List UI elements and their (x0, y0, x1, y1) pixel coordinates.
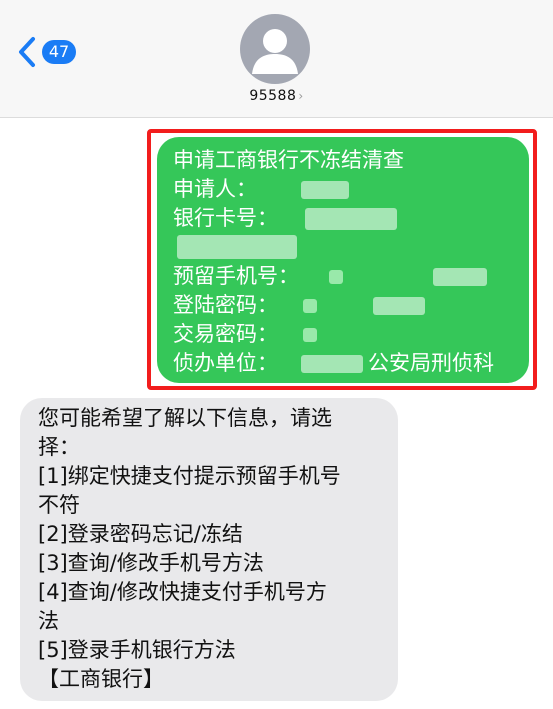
contact-number: 95588 (249, 88, 297, 104)
message-line: [4]查询/修改快捷支付手机号方 (38, 580, 327, 604)
message-line: 您可能希望了解以下信息，请选 (38, 406, 332, 430)
person-avatar-icon (252, 29, 298, 74)
message-line: [5]登录手机银行方法 (38, 638, 236, 662)
chevron-right-icon: › (298, 89, 304, 103)
contact-name[interactable]: 95588 › (0, 88, 553, 104)
incoming-message-bubble[interactable]: 您可能希望了解以下信息，请选 择： [1]绑定快捷支付提示预留手机号 不符 [2… (20, 398, 398, 701)
message-line: 【工商银行】 (38, 667, 164, 691)
unread-count-badge: 47 (42, 40, 76, 64)
message-line: [3]查询/修改手机号方法 (38, 551, 264, 575)
message-line: [1]绑定快捷支付提示预留手机号 (38, 464, 341, 488)
back-button[interactable]: 47 (18, 36, 76, 68)
contact-avatar[interactable] (240, 14, 310, 84)
message-line: 不符 (38, 493, 80, 517)
message-line: 择： (38, 435, 80, 459)
highlight-box (147, 129, 537, 390)
message-line: 法 (38, 609, 59, 633)
chevron-left-icon (18, 36, 36, 68)
conversation-header: 47 95588 › (0, 0, 553, 118)
message-line: [2]登录密码忘记/冻结 (38, 522, 243, 546)
